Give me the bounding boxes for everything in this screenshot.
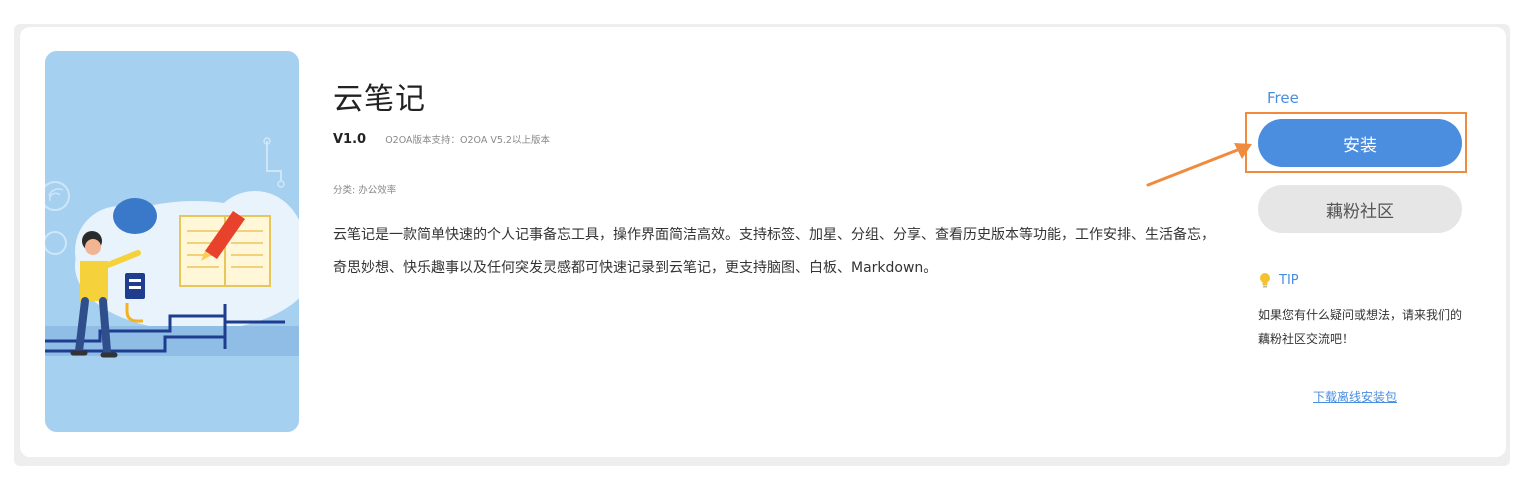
- price-label: Free: [1267, 89, 1299, 107]
- version-support: O2OA版本支持：O2OA V5.2以上版本: [385, 135, 550, 146]
- lightbulb-icon: [1260, 273, 1270, 288]
- community-button[interactable]: 藕粉社区: [1258, 185, 1462, 233]
- tip-title: TIP: [1279, 272, 1299, 288]
- pointer-arrow: [1146, 143, 1252, 187]
- offline-package-link[interactable]: 下载离线安装包: [1313, 388, 1397, 405]
- install-button[interactable]: 安装: [1258, 119, 1462, 167]
- app-cover-image: [45, 51, 299, 432]
- tip-text: 如果您有什么疑问或想法，请来我们的藕粉社区交流吧！: [1258, 308, 1463, 346]
- version-row: V1.0 O2OA版本支持：O2OA V5.2以上版本: [333, 128, 550, 147]
- tip-header: TIP: [1259, 272, 1299, 288]
- app-version: V1.0: [333, 132, 367, 147]
- app-description: 云笔记是一款简单快速的个人记事备忘工具，操作界面简洁高效。支持标签、加星、分组、…: [333, 227, 1215, 276]
- app-title: 云笔记: [333, 82, 426, 117]
- app-category: 分类: 办公效率: [333, 185, 397, 196]
